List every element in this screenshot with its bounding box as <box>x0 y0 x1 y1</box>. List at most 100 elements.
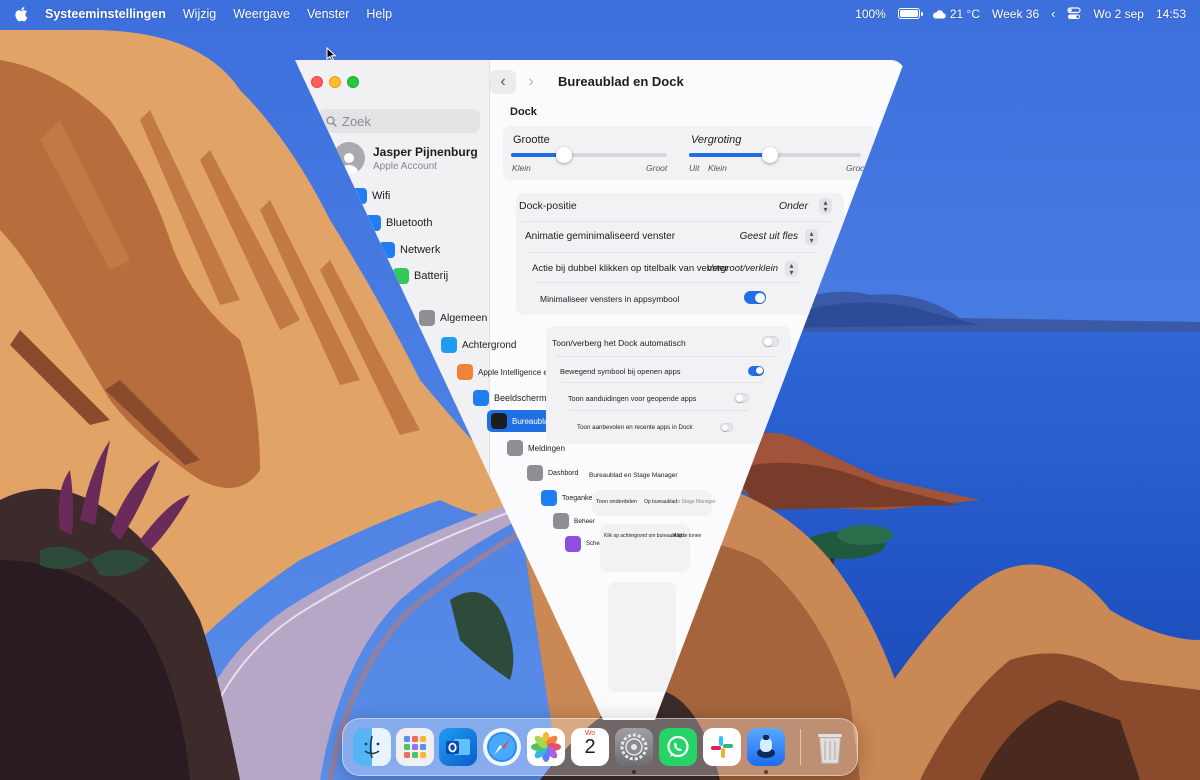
menubar-date[interactable]: Wo 2 sep <box>1093 7 1143 21</box>
sidebar-item-batterij[interactable]: Batterij <box>393 268 448 284</box>
wallpaper-icon <box>441 337 457 353</box>
finder-icon[interactable] <box>353 728 391 766</box>
chevron-left-icon[interactable]: ‹ <box>1051 6 1055 21</box>
size-label: Grootte <box>513 134 550 146</box>
recent-apps-label: Toon aanbevolen en recente apps in Dock <box>577 424 693 431</box>
click-wallpaper-card: Klik op achtergrond om bureaublad te ton… <box>600 524 701 572</box>
magnification-off-label: Uit <box>689 163 700 173</box>
sidebar-item-label: Wifi <box>372 190 391 202</box>
weather-widget[interactable]: 21 °C <box>932 7 980 21</box>
dock-toggles-card: Toon/verberg het Dock automatisch Bewege… <box>546 326 791 444</box>
week-number[interactable]: Week 36 <box>992 7 1039 21</box>
menu-bar: Systeeminstellingen Wijzig Weergave Vens… <box>0 0 1200 27</box>
sidebar-item-bluetooth[interactable]: Bluetooth <box>365 215 432 231</box>
size-max-label: Groot <box>646 163 668 173</box>
search-icon <box>326 115 337 127</box>
row-divider <box>522 221 830 222</box>
click-wallpaper-value[interactable]: Altijd <box>673 533 684 539</box>
menu-view[interactable]: Weergave <box>233 7 290 21</box>
menu-window[interactable]: Venster <box>307 7 349 21</box>
photos-icon[interactable] <box>527 728 565 766</box>
indicators-toggle[interactable] <box>734 393 749 403</box>
system-settings-icon[interactable] <box>615 728 653 766</box>
trash-icon[interactable] <box>811 728 849 766</box>
animate-opening-label: Bewegend symbool bij openen apps <box>560 367 681 376</box>
search-placeholder: Zoek <box>342 113 371 129</box>
back-button[interactable]: ‹ <box>490 70 516 94</box>
running-indicator <box>764 770 768 774</box>
autohide-toggle[interactable] <box>762 336 779 347</box>
display-icon <box>473 390 489 406</box>
indicators-label: Toon aanduidingen voor geopende apps <box>568 394 697 403</box>
show-items-card: Toon onderdelen Op bureaublad In Stage M… <box>592 490 716 516</box>
pages-icon[interactable] <box>747 728 785 766</box>
magnification-slider-knob[interactable] <box>761 147 778 163</box>
dock-position-value[interactable]: Onder <box>779 200 808 212</box>
mouse-pointer <box>326 47 337 62</box>
account-subtitle: Apple Account <box>373 160 437 172</box>
menu-app-name[interactable]: Systeeminstellingen <box>45 7 166 21</box>
forward-button[interactable]: › <box>518 70 544 94</box>
menubar-time[interactable]: 14:53 <box>1156 7 1186 21</box>
size-min-label: Klein <box>512 163 531 173</box>
minimize-animation-stepper[interactable]: ▴ ▾ <box>805 229 818 245</box>
dock: Wo 2 <box>342 718 858 776</box>
sidebar-item-label: Bluetooth <box>386 217 433 229</box>
desktop-section-heading: Bureaublad en Stage Manager <box>589 472 678 479</box>
battery-icon[interactable] <box>897 8 923 19</box>
size-slider[interactable] <box>511 147 667 163</box>
whatsapp-icon[interactable] <box>659 728 697 766</box>
row-divider <box>562 382 763 383</box>
dock-size-card: Grootte Klein Groot Vergroting Uit Klein… <box>503 126 875 180</box>
row-divider <box>530 252 816 253</box>
calendar-icon[interactable]: Wo 2 <box>571 728 609 766</box>
outlook-icon[interactable] <box>439 728 477 766</box>
siri-icon <box>457 364 473 380</box>
show-items-desktop-option[interactable]: Op bureaublad <box>644 499 677 505</box>
show-items-stage-option[interactable]: In Stage Manager <box>676 499 716 505</box>
animate-opening-toggle[interactable] <box>748 366 764 376</box>
dock-options-card: Dock-positie Onder ▴ ▾ Animatie geminimal… <box>516 193 844 315</box>
launchpad-icon[interactable] <box>396 728 434 766</box>
calendar-day: 2 <box>584 736 596 758</box>
magnification-min-label: Klein <box>708 163 727 173</box>
menu-help[interactable]: Help <box>366 7 392 21</box>
close-button[interactable] <box>311 76 323 88</box>
minimize-animation-value[interactable]: Geest uit fles <box>740 231 798 242</box>
autohide-label: Toon/verberg het Dock automatisch <box>552 338 686 348</box>
cloud-icon <box>932 9 946 19</box>
dock-section-heading: Dock <box>510 106 537 118</box>
sidebar-item-algemeen[interactable]: Algemeen <box>419 310 487 326</box>
zoom-button[interactable] <box>347 76 359 88</box>
minimize-button[interactable] <box>329 76 341 88</box>
safari-icon[interactable] <box>483 728 521 766</box>
double-click-label: Actie bij dubbel klikken op titelbalk va… <box>532 263 728 274</box>
double-click-value[interactable]: Vergroot/verklein <box>707 263 778 274</box>
magnification-slider[interactable] <box>689 147 861 163</box>
menu-edit[interactable]: Wijzig <box>183 7 216 21</box>
row-divider <box>536 282 800 283</box>
row-divider <box>570 410 749 411</box>
sidebar-item-netwerk[interactable]: Netwerk <box>379 242 440 258</box>
window-title: Bureaublad en Dock <box>558 74 684 89</box>
dock-position-stepper[interactable]: ▴ ▾ <box>819 198 832 214</box>
account-name: Jasper Pijnenburg <box>373 144 478 159</box>
battery-percentage[interactable]: 100% <box>855 7 886 21</box>
recent-apps-toggle[interactable] <box>720 423 733 432</box>
running-indicator <box>632 770 636 774</box>
magnification-label: Vergroting <box>691 134 742 146</box>
dock-separator <box>800 729 801 765</box>
row-divider <box>556 356 775 357</box>
size-slider-knob[interactable] <box>556 147 573 163</box>
sidebar-item-label: Netwerk <box>400 244 441 256</box>
double-click-stepper[interactable]: ▴ ▾ <box>785 261 798 277</box>
more-settings-card <box>608 582 676 692</box>
apple-account[interactable]: Jasper Pijnenburg Apple Account <box>333 142 478 174</box>
control-center-icon[interactable] <box>1067 7 1082 20</box>
search-field[interactable]: Zoek <box>318 109 480 133</box>
minimize-into-app-toggle[interactable] <box>744 291 766 304</box>
slack-icon[interactable] <box>703 728 741 766</box>
apple-menu-icon[interactable] <box>14 6 28 22</box>
weather-temp: 21 °C <box>949 6 980 21</box>
sidebar-item-label: Batterij <box>414 270 449 282</box>
